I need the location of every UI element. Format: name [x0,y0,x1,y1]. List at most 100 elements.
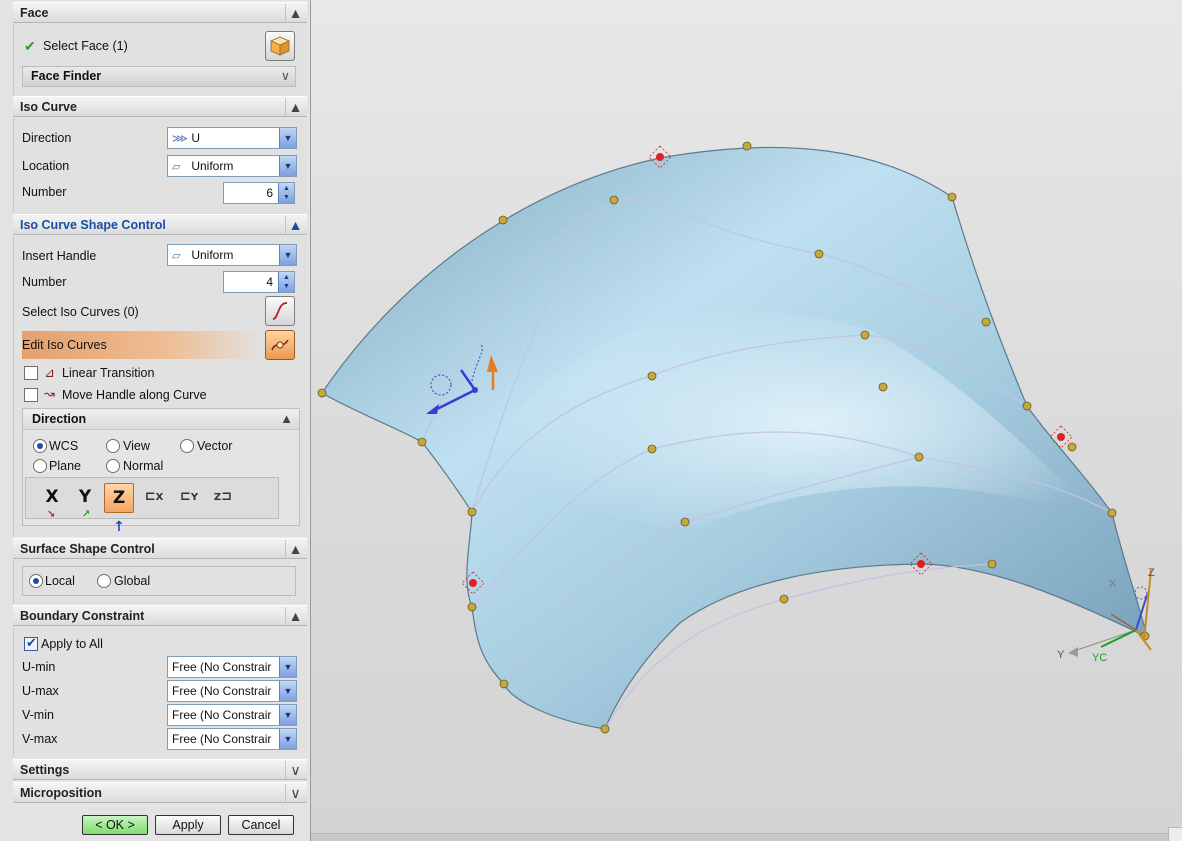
control-point [600,724,610,734]
radio-global[interactable] [97,574,111,588]
triad-z-label: Z [1148,567,1155,579]
u-max-select[interactable]: Free (No Constrair ▼ [167,680,297,702]
radio-view[interactable] [106,439,120,453]
radio-wcs[interactable] [33,439,47,453]
v-max-label: V-max [22,732,58,746]
control-point [981,317,991,327]
handle-number-spinner[interactable]: 4 ▲ ▼ [223,271,295,293]
edit-iso-curves-row[interactable]: Edit Iso Curves [22,331,262,359]
face-select-button[interactable] [265,31,295,61]
direction-group-header[interactable]: Direction ▲ [23,409,299,430]
iso-number-value: 6 [266,186,273,200]
radio-vector[interactable] [180,439,194,453]
linear-transition-checkbox[interactable] [24,366,38,380]
ok-button[interactable]: < OK > [82,815,148,835]
iso-number-spinner[interactable]: 6 ▲ ▼ [223,182,295,204]
select-curve-button[interactable] [265,296,295,326]
section-face-body: ✔ Select Face (1) Face Finder ∨ [13,24,307,95]
v-min-select[interactable]: Free (No Constrair ▼ [167,704,297,726]
z-axis-button[interactable]: Z ↑ [104,483,134,535]
xz-plane-button[interactable]: ⊏Y [174,483,204,513]
section-settings-header[interactable]: Settings ∨ [13,759,307,780]
control-point [317,388,327,398]
graphics-viewport[interactable]: Z X Y YC [311,0,1182,841]
u-min-label: U-min [22,660,56,674]
uniform-icon: ▱ [172,250,181,262]
surface-model[interactable]: Z X Y YC [311,0,1182,841]
radio-local[interactable] [29,574,43,588]
dropdown-arrow-icon[interactable]: ▼ [279,156,296,176]
v-min-label: V-min [22,708,54,722]
radio-view-label: View [123,439,150,453]
uniform-icon: ▱ [172,161,181,173]
edit-surface-dialog: Face ▲ ✔ Select Face (1) Face Finder ∨ I… [0,0,311,841]
dropdown-arrow-icon[interactable]: ▼ [279,681,296,701]
apply-to-all-checkbox[interactable] [24,635,38,651]
arrow-red-icon: ↘ [47,509,56,520]
dropdown-arrow-icon[interactable]: ▼ [279,245,296,265]
collapse-up-icon[interactable]: ▲ [285,98,305,116]
chevron-down-icon[interactable]: ∨ [281,68,290,83]
spinner-arrows-icon[interactable]: ▲ ▼ [278,272,294,292]
section-microposition-header[interactable]: Microposition ∨ [13,782,307,803]
dropdown-arrow-icon[interactable]: ▼ [279,729,296,749]
xy-plane-button[interactable]: Z⊐ [208,483,238,513]
plane-z-icon: Z⊐ [213,489,233,504]
apply-button[interactable]: Apply [155,815,221,835]
select-iso-curves-label: Select Iso Curves (0) [22,305,139,319]
control-point [814,249,824,259]
v-min-value: Free (No Constrair [172,708,272,722]
cancel-button[interactable]: Cancel [228,815,294,835]
edit-iso-curves-button[interactable] [265,330,295,360]
handle-number-label: Number [22,275,67,289]
section-surface-shape-header[interactable]: Surface Shape Control ▲ [13,538,307,559]
collapse-up-icon[interactable]: ▲ [285,540,305,558]
u-max-label: U-max [22,684,59,698]
control-point [609,195,619,205]
section-iso-curve-header[interactable]: Iso Curve ▲ [13,96,307,117]
control-point [1022,401,1032,411]
dropdown-arrow-icon[interactable]: ▼ [279,657,296,677]
control-point [647,371,657,381]
section-face-header[interactable]: Face ▲ [13,2,307,23]
radio-normal[interactable] [106,459,120,473]
section-boundary-body: Apply to All U-min Free (No Constrair ▼ … [13,627,307,757]
yz-plane-button[interactable]: ⊏X [139,483,169,513]
insert-handle-select[interactable]: ▱ Uniform ▼ [167,244,297,266]
collapse-up-icon[interactable]: ▲ [285,607,305,625]
control-point [860,330,870,340]
section-shape-control-header[interactable]: Iso Curve Shape Control ▲ [13,214,307,235]
u-min-value: Free (No Constrair [172,660,272,674]
section-shape-control-title: Iso Curve Shape Control [20,218,166,232]
location-select[interactable]: ▱ Uniform ▼ [167,155,297,177]
u-min-select[interactable]: Free (No Constrair ▼ [167,656,297,678]
y-axis-button[interactable]: Y ↗ [70,483,100,520]
radio-plane[interactable] [33,459,47,473]
edit-iso-curves-label: Edit Iso Curves [22,338,107,352]
section-boundary-header[interactable]: Boundary Constraint ▲ [13,605,307,626]
collapse-up-icon[interactable]: ▲ [280,411,293,426]
cube-icon [270,36,290,56]
v-max-select[interactable]: Free (No Constrair ▼ [167,728,297,750]
iso-direction-icon: ⋙ [172,133,188,145]
section-boundary-title: Boundary Constraint [20,609,145,623]
dropdown-arrow-icon[interactable]: ▼ [279,705,296,725]
move-handle-label: Move Handle along Curve [62,388,207,402]
control-point [742,141,752,151]
collapse-up-icon[interactable]: ▲ [285,216,305,234]
x-axis-button[interactable]: X ↘ [37,483,67,520]
face-finder-header[interactable]: Face Finder ∨ [22,66,296,87]
chevron-down-icon[interactable]: ∨ [285,784,305,802]
collapse-up-icon[interactable]: ▲ [285,4,305,22]
spinner-arrows-icon[interactable]: ▲ ▼ [278,183,294,203]
edit-tool-icon [271,339,289,351]
control-point [680,517,690,527]
section-settings-title: Settings [20,763,70,777]
direction-select[interactable]: ⋙ U ▼ [167,127,297,149]
move-handle-checkbox[interactable] [24,388,38,402]
viewport-corner-box [1168,827,1182,841]
triad-y-label: Y [1057,649,1065,661]
dropdown-arrow-icon[interactable]: ▼ [279,128,296,148]
face-finder-label: Face Finder [31,69,102,83]
chevron-down-icon[interactable]: ∨ [285,761,305,779]
